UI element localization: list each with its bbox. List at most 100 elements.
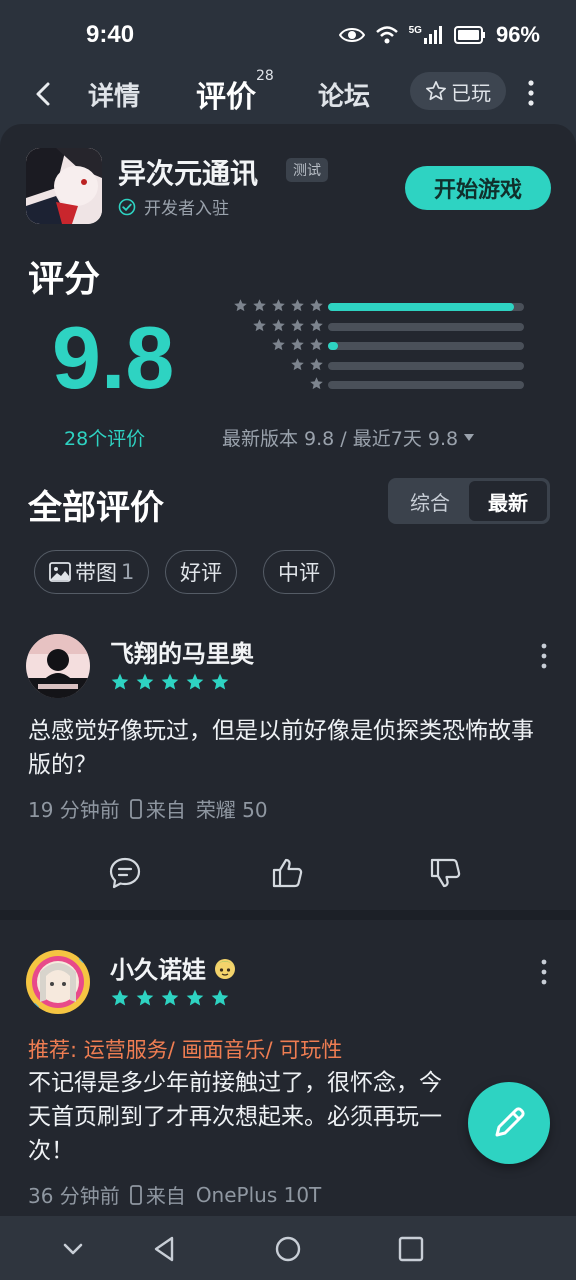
user-name-row: 小久诺娃	[110, 950, 238, 985]
signal-icon	[423, 26, 442, 44]
star-icon	[186, 989, 204, 1006]
network-type: 5G	[408, 24, 422, 36]
sort-comprehensive[interactable]: 综合	[391, 481, 469, 521]
user-name[interactable]: 小久诺娃	[110, 950, 206, 985]
filter-with-image-count: 1	[121, 560, 135, 584]
star-outline-icon	[426, 81, 446, 101]
developer-label: 开发者入驻	[144, 199, 229, 219]
filter-neutral-label: 中评	[278, 561, 320, 585]
device-name: OnePlus 10T	[195, 1182, 322, 1207]
review-time: 36 分钟前	[28, 1184, 120, 1208]
recents-square-icon[interactable]	[396, 1234, 426, 1264]
phone-icon	[129, 1184, 142, 1205]
filter-with-image[interactable]: 带图 1	[34, 550, 150, 594]
star-icon	[136, 673, 154, 690]
star-icon	[111, 989, 129, 1006]
app-icon[interactable]	[26, 148, 102, 224]
star-icon	[291, 357, 304, 370]
avatar-image	[26, 950, 90, 1014]
verified-check-icon	[118, 198, 136, 215]
distribution-row-3-star	[210, 337, 530, 355]
chevron-down-icon[interactable]	[58, 1234, 88, 1264]
home-circle-icon[interactable]	[273, 1234, 303, 1264]
battery-level: 96%	[495, 22, 540, 47]
user-name[interactable]: 飞翔的马里奥	[110, 634, 254, 669]
pencil-icon	[495, 1107, 525, 1137]
star-icon	[310, 377, 323, 390]
distribution-stars	[309, 376, 324, 391]
write-review-button[interactable]	[468, 1082, 550, 1164]
sort-toggle: 综合 最新	[388, 478, 550, 524]
test-badge: 测试	[286, 158, 328, 182]
start-game-button[interactable]: 开始游戏	[405, 166, 551, 210]
filter-with-image-label: 带图	[75, 561, 117, 585]
rating-title: 评分	[28, 259, 101, 300]
status-icons: 5G 96%	[338, 22, 540, 48]
distribution-stars	[271, 337, 324, 352]
star-icon	[272, 299, 285, 312]
sort-latest[interactable]: 最新	[469, 481, 547, 521]
star-icon	[211, 673, 229, 690]
star-icon	[161, 673, 179, 690]
wifi-icon	[375, 26, 398, 44]
played-button[interactable]: 已玩	[410, 72, 506, 110]
tab-details[interactable]: 详情	[88, 76, 140, 113]
distribution-track	[328, 342, 524, 350]
back-arrow-icon[interactable]	[28, 78, 60, 110]
recommend-tags: 推荐: 运营服务/ 画面音乐/ 可玩性	[28, 1038, 343, 1062]
star-icon	[310, 357, 323, 370]
star-icon	[253, 299, 266, 312]
filter-neutral[interactable]: 中评	[263, 550, 335, 594]
device-prefix: 来自	[145, 1184, 186, 1208]
star-icon	[291, 338, 304, 351]
star-icon	[310, 299, 323, 312]
device-prefix: 来自	[145, 798, 186, 822]
distribution-track	[328, 381, 524, 389]
rating-count: 28个评价	[64, 428, 146, 450]
star-icon	[291, 318, 304, 331]
system-nav-bar	[0, 1216, 576, 1280]
review-meta: 19 分钟前 来自 荣耀 50	[28, 794, 268, 823]
review-text[interactable]: 不记得是多少年前接触过了，很怀念，今天首页刷到了才再次想起来。必须再玩一次！	[28, 1066, 458, 1168]
review-more-icon[interactable]	[540, 958, 548, 986]
star-icon	[186, 673, 204, 690]
device-name: 荣耀 50	[195, 798, 268, 822]
filter-positive[interactable]: 好评	[165, 550, 237, 594]
distribution-fill	[328, 342, 338, 350]
star-icon	[136, 989, 154, 1006]
avatar[interactable]	[26, 950, 90, 1014]
review-more-icon[interactable]	[540, 642, 548, 670]
distribution-stars	[290, 357, 324, 372]
review-divider	[0, 910, 576, 920]
tab-reviews[interactable]: 评价	[196, 72, 256, 116]
tab-reviews-count: 28	[256, 68, 274, 84]
tab-forum[interactable]: 论坛	[318, 76, 370, 113]
reviews-panel: 异次元通讯 测试 开发者入驻 开始游戏 评分 9.8 28个评价 最新版本 9.…	[0, 124, 576, 1216]
review-meta: 36 分钟前 来自 OnePlus 10T	[28, 1180, 321, 1209]
battery-icon	[453, 26, 485, 44]
thumbs-up-icon[interactable]	[270, 856, 304, 890]
rating-score: 9.8	[52, 308, 175, 407]
back-triangle-icon[interactable]	[150, 1234, 180, 1264]
distribution-row-1-star	[210, 376, 530, 394]
app-name: 异次元通讯	[118, 157, 259, 190]
avatar[interactable]	[26, 634, 90, 698]
distribution-stars	[233, 298, 324, 313]
star-icon	[291, 299, 304, 312]
developer-row: 开发者入驻	[118, 194, 229, 219]
star-icon	[272, 338, 285, 351]
more-options-icon[interactable]	[526, 78, 536, 108]
version-rating-line[interactable]: 最新版本 9.8 / 最近7天 9.8	[222, 424, 475, 451]
all-reviews-title: 全部评价	[28, 488, 164, 528]
distribution-fill	[328, 303, 515, 311]
comment-icon[interactable]	[108, 856, 142, 890]
user-badge-icon	[215, 958, 235, 979]
version-rating-text: 最新版本 9.8 / 最近7天 9.8	[222, 428, 459, 450]
star-icon	[310, 318, 323, 331]
status-bar: 9:40 5G 96%	[0, 0, 576, 70]
distribution-row-5-star	[210, 298, 530, 316]
thumbs-down-icon[interactable]	[428, 856, 462, 890]
played-label: 已玩	[451, 80, 491, 105]
distribution-stars	[252, 318, 324, 333]
review-text[interactable]: 总感觉好像玩过，但是以前好像是侦探类恐怖故事版的？	[28, 714, 548, 782]
